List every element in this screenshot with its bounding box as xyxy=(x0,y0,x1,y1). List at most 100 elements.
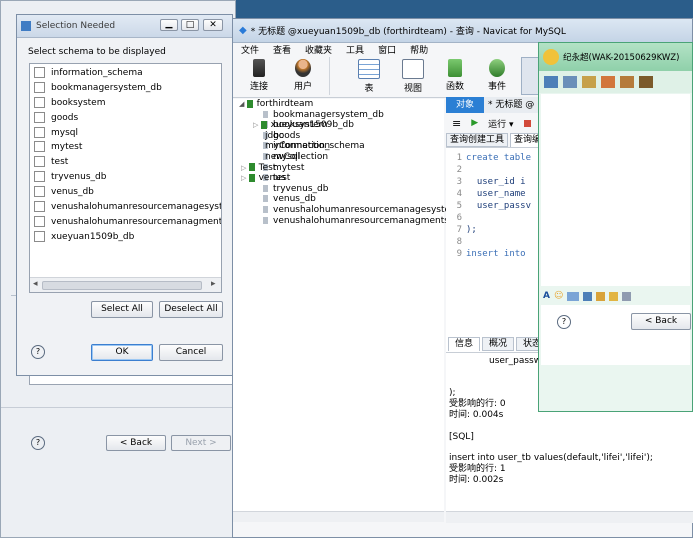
schema-item[interactable]: venushalohumanresourcemanagmentsy xyxy=(34,215,221,230)
schema-item[interactable]: booksystem xyxy=(34,96,221,111)
toolbar-user[interactable]: 用户 xyxy=(285,59,321,92)
code-text: user_name xyxy=(466,189,526,199)
code-text: ); xyxy=(466,225,477,235)
result-tab-info[interactable]: 信息 xyxy=(448,337,481,351)
schema-item[interactable]: test xyxy=(34,155,221,170)
dialog-titlebar: Selection Needed ▁ □ ✕ xyxy=(17,15,232,38)
tree-database[interactable]: venus_db xyxy=(233,194,444,205)
chat-help-icon[interactable]: ? xyxy=(557,315,571,329)
dialog-help-icon[interactable]: ? xyxy=(31,345,45,359)
close-button[interactable]: ✕ xyxy=(203,19,223,31)
image-icon[interactable] xyxy=(567,291,580,301)
tree-connection-venus[interactable]: ▷ venus xyxy=(233,173,444,184)
menu-window[interactable]: 窗口 xyxy=(378,43,396,57)
chat-input[interactable]: ? < Back xyxy=(541,305,691,365)
toolbar-event[interactable]: 事件 xyxy=(479,59,515,92)
schema-checkbox[interactable] xyxy=(34,96,45,108)
tree-item[interactable]: jdbc xyxy=(233,131,444,142)
menu-view[interactable]: 查看 xyxy=(273,43,291,57)
tree-connection-test[interactable]: ▷ Test xyxy=(233,163,444,174)
tree-database[interactable]: bookmanagersystem_db xyxy=(233,110,444,121)
schema-checkbox[interactable] xyxy=(34,186,45,198)
wizard-help-icon[interactable]: ? xyxy=(31,436,45,450)
run-button[interactable]: 运行 ▾ xyxy=(488,117,513,130)
schema-label: mysql xyxy=(51,127,78,138)
select-all-button[interactable]: Select All xyxy=(91,301,153,318)
cancel-button[interactable]: Cancel xyxy=(159,344,223,361)
back-button[interactable]: < Back xyxy=(106,435,166,451)
schema-checkbox[interactable] xyxy=(34,201,45,213)
app-icon[interactable] xyxy=(620,76,634,88)
toolbar-label: 连接 xyxy=(249,82,268,92)
schema-item[interactable]: mytest xyxy=(34,140,221,155)
toolbar-label: 用户 xyxy=(293,82,312,92)
video-icon[interactable] xyxy=(544,76,558,88)
stop-icon[interactable] xyxy=(523,119,531,127)
pen-icon[interactable] xyxy=(596,291,606,301)
minimize-button[interactable]: ▁ xyxy=(160,19,178,31)
event-icon xyxy=(489,59,505,77)
schema-checkbox[interactable] xyxy=(34,171,45,183)
menu-favorites[interactable]: 收藏夹 xyxy=(305,43,332,57)
maximize-button[interactable]: □ xyxy=(181,19,199,31)
message-scrollbar[interactable] xyxy=(446,511,693,523)
schema-checkbox[interactable] xyxy=(34,67,45,78)
tree-label: mytest xyxy=(273,162,305,173)
toolbar-view[interactable]: 视图 xyxy=(395,59,431,94)
subtab-builder[interactable]: 查询创建工具 xyxy=(446,133,509,147)
schema-item[interactable]: goods xyxy=(34,111,221,126)
schema-item[interactable]: xueyuan1509b_db xyxy=(34,230,221,245)
schema-item[interactable]: tryvenus_db xyxy=(34,170,221,185)
tree-database[interactable]: venushalohumanresourcemanagesyste xyxy=(233,205,450,216)
tree-scrollbar[interactable] xyxy=(233,511,444,522)
schema-checkbox[interactable] xyxy=(34,141,45,153)
tree-db-selected[interactable]: ▷ xueyuan1509b_db xyxy=(233,120,444,131)
deselect-all-button[interactable]: Deselect All xyxy=(159,301,223,318)
toolbar-connect[interactable]: 连接 xyxy=(241,59,277,92)
schema-item[interactable]: venushalohumanresourcemanagesystem xyxy=(34,200,221,215)
schema-checkbox[interactable] xyxy=(34,230,45,242)
schema-list-scrollbar[interactable]: ◂ ▸ xyxy=(30,277,221,292)
tree-database[interactable]: tryvenus_db xyxy=(233,184,444,195)
chat-back-button[interactable]: < Back xyxy=(631,313,691,330)
tree-connection[interactable]: ◢ forthirdteam xyxy=(233,99,444,110)
view-icon xyxy=(402,59,424,79)
chat-format-toolbar: A ☺ xyxy=(539,287,692,305)
schema-item[interactable]: information_schema xyxy=(34,66,221,81)
gift-icon[interactable] xyxy=(609,291,619,301)
schema-checkbox[interactable] xyxy=(34,156,45,168)
font-icon[interactable]: A xyxy=(543,291,550,301)
share-screen-icon[interactable] xyxy=(582,76,596,88)
menu-file[interactable]: 文件 xyxy=(241,43,259,57)
file-icon[interactable] xyxy=(601,76,615,88)
result-tab-profile[interactable]: 概况 xyxy=(482,337,515,351)
ok-button[interactable]: OK xyxy=(91,344,153,361)
emoji-icon[interactable]: ☺ xyxy=(554,291,563,301)
tree-item[interactable]: newCollection xyxy=(233,152,444,163)
toolbar-table[interactable]: 表 xyxy=(351,59,387,94)
scroll-left-icon[interactable]: ◂ xyxy=(33,279,38,289)
menu-help[interactable]: 帮助 xyxy=(410,43,428,57)
more-icon[interactable] xyxy=(639,76,653,88)
screenshot-icon[interactable] xyxy=(583,291,593,301)
schema-checkbox[interactable] xyxy=(34,81,45,93)
schema-item[interactable]: mysql xyxy=(34,126,221,141)
menu-icon[interactable]: ≡ xyxy=(452,117,461,130)
scroll-thumb[interactable] xyxy=(42,281,202,290)
music-icon[interactable] xyxy=(622,291,632,301)
tree-database[interactable]: venushalohumanresourcemanagmentsy xyxy=(233,216,454,227)
window-title: * 无标题 @xueyuan1509b_db (forthirdteam) - … xyxy=(250,27,566,37)
tab-objects[interactable]: 对象 xyxy=(446,97,484,113)
menu-tools[interactable]: 工具 xyxy=(346,43,364,57)
chat-title: 纪永超(WAK-20150629KWZ) xyxy=(563,53,680,63)
chat-titlebar: 纪永超(WAK-20150629KWZ) xyxy=(539,43,692,71)
scroll-right-icon[interactable]: ▸ xyxy=(211,279,216,289)
schema-item[interactable]: bookmanagersystem_db xyxy=(34,81,221,96)
toolbar-function[interactable]: 函数 xyxy=(437,59,473,92)
app-icon: ◆ xyxy=(239,25,247,36)
schema-item[interactable]: venus_db xyxy=(34,185,221,200)
voice-icon[interactable] xyxy=(563,76,577,88)
schema-checkbox[interactable] xyxy=(34,215,45,227)
schema-checkbox[interactable] xyxy=(34,126,45,138)
schema-checkbox[interactable] xyxy=(34,111,45,123)
